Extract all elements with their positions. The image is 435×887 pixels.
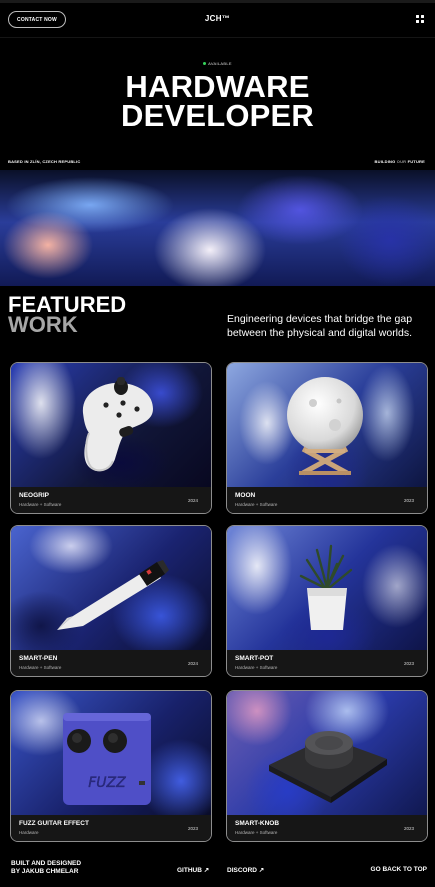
tagline-label: BUILDING OUR FUTURE — [374, 159, 425, 164]
project-image — [227, 363, 427, 487]
project-info: NEOGRIP Hardware + Software 2024 — [11, 487, 211, 513]
project-info: SMART-POT Hardware + Software 2023 — [227, 650, 427, 676]
top-edge-line — [0, 0, 435, 3]
status-dot-icon — [203, 62, 207, 66]
top-navbar: CONTACT NOW JCH™ — [0, 0, 435, 38]
footer-credit: BUILT AND DESIGNED BY JAKUB CHMELAR — [11, 860, 82, 875]
project-image — [227, 691, 427, 815]
site-logo[interactable]: JCH™ — [0, 14, 435, 23]
hero-title: HARDWARE DEVELOPER — [0, 69, 435, 133]
discord-link[interactable]: DISCORD ↗ — [227, 866, 264, 874]
project-card-smart-pot[interactable]: SMART-POT Hardware + Software 2023 — [226, 525, 428, 677]
back-to-top-link[interactable]: GO BACK TO TOP — [371, 866, 427, 873]
grid-menu-icon[interactable] — [416, 15, 424, 23]
arrow-up-right-icon: ↗ — [258, 867, 265, 874]
project-info: MOON Hardware + Software 2023 — [227, 487, 427, 513]
project-image — [11, 363, 211, 487]
project-card-neogrip[interactable]: NEOGRIP Hardware + Software 2024 — [10, 362, 212, 514]
smart-pen-icon — [57, 560, 169, 630]
project-card-smart-knob[interactable]: SMART-KNOB Hardware + Software 2023 — [226, 690, 428, 842]
featured-description: Engineering devices that bridge the gap … — [227, 313, 413, 339]
availability-badge: AVAILABLE — [0, 61, 435, 66]
project-info: SMART-KNOB Hardware + Software 2023 — [227, 815, 427, 841]
hero-title-line1: HARDWARE — [125, 69, 310, 104]
project-image — [227, 526, 427, 650]
project-image: FUZZ — [11, 691, 211, 815]
project-info: FUZZ GUITAR EFFECT Hardware 2023 — [11, 815, 211, 841]
project-info: SMART-PEN Hardware + Software 2024 — [11, 650, 211, 676]
smart-knob-icon — [269, 731, 387, 803]
hero-title-line2: DEVELOPER — [120, 98, 314, 133]
project-image — [11, 526, 211, 650]
fuzz-pedal-icon: FUZZ — [63, 713, 151, 805]
neogrip-controller-icon — [82, 377, 153, 472]
arrow-up-right-icon: ↗ — [203, 867, 210, 874]
hero-gradient-banner — [0, 170, 435, 286]
fuzz-label: FUZZ — [88, 775, 126, 791]
github-link[interactable]: GITHUB ↗ — [177, 866, 209, 874]
moon-lamp-icon — [287, 377, 363, 476]
location-label: BASED IN ZLÍN, CZECH REPUBLIC — [8, 159, 81, 164]
project-card-moon[interactable]: MOON Hardware + Software 2023 — [226, 362, 428, 514]
featured-work-heading: FEATURED WORK — [8, 292, 127, 337]
project-card-fuzz-guitar-effect[interactable]: FUZZ FUZZ GUITAR EFFECT Hardware 2023 — [10, 690, 212, 842]
smart-pot-icon — [299, 544, 353, 630]
project-card-smart-pen[interactable]: SMART-PEN Hardware + Software 2024 — [10, 525, 212, 677]
